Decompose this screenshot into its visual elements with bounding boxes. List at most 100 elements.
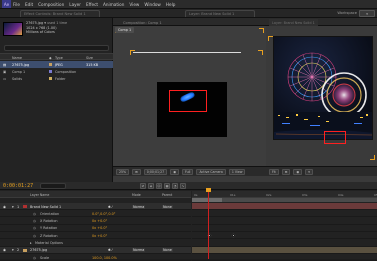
stopwatch-icon[interactable]: ◷ [33,234,36,238]
composition-panel-tab[interactable]: Composition: Comp 1 [123,19,162,26]
layer-switches-icon[interactable]: ✱ ⁄ [108,248,113,252]
work-area-bar[interactable] [192,198,377,202]
expand-triangle-icon[interactable]: ▸ [30,241,32,245]
layer-grid-toggle[interactable]: ⊞ [281,168,291,175]
layer-duration-bar[interactable] [192,203,377,210]
menu-effect[interactable]: Effect [86,2,98,7]
zoom-dropdown[interactable]: 25% [116,168,130,175]
expand-triangle-icon[interactable]: ▾ [12,205,14,209]
work-area-start[interactable] [192,198,222,202]
graph-editor-icon[interactable]: ∿ [180,183,186,189]
project-item[interactable]: ▤ 27675.jpg JPEG 315 KB [0,61,113,68]
menu-layer[interactable]: Layer [69,2,81,7]
project-search-input[interactable] [4,45,109,51]
layer-parent-dropdown[interactable]: None [162,204,173,209]
layer-duration-bar[interactable] [192,246,377,254]
layer-label-color[interactable] [23,248,27,252]
property-name: X Rotation [40,219,58,224]
draft-3d-icon[interactable]: ◈ [148,183,154,189]
project-item[interactable]: ▭ Solids Folder [0,75,113,82]
frame-blending-icon[interactable]: ▦ [164,183,170,189]
grid-toggle[interactable]: ⊞ [132,168,141,175]
timeline-layer-row[interactable]: ◉ ▾ 2 27675.jpg ✱ ⁄ Norma None [0,246,191,254]
layer-label-color[interactable] [23,205,27,208]
property-value[interactable]: 0x +0.0° [92,234,107,238]
column-mode[interactable]: Mode [132,193,141,197]
column-parent[interactable]: Parent [162,193,172,197]
property-track[interactable] [192,210,377,218]
menu-animation[interactable]: Animation [103,2,124,7]
views-dropdown[interactable]: 1 View [228,168,246,175]
snapshot-button[interactable]: ◉ [170,168,179,175]
tab-effect-controls[interactable]: Effect Controls: Brand New Solid 1 [20,10,100,17]
layer-switches-icon[interactable]: ✱ ⁄ [108,205,113,209]
layer-mode-dropdown[interactable]: Norma [132,204,146,209]
footage-colors: Millions of Colors [26,30,55,35]
current-time-display[interactable]: 0:00:01:27 [3,183,33,189]
timeline-property-row[interactable]: ◷ Scale 100.0, 100.0% [0,254,191,261]
property-track[interactable] [192,225,377,232]
composition-viewer[interactable] [113,26,266,174]
layer-zoom-dropdown[interactable]: Fit [269,168,279,175]
workspace-dropdown[interactable]: ▾ [359,10,375,17]
visibility-eye-icon[interactable]: ◉ [3,205,6,209]
layer-guide-line[interactable] [133,52,241,53]
composition-title-bar: Composition: Comp 1 [113,18,266,26]
column-layer-name[interactable]: Layer Name [30,193,49,197]
label-color-swatch[interactable] [49,77,52,80]
app-logo: Ae [2,0,11,8]
column-type[interactable]: Type [55,56,63,60]
property-value[interactable]: 0x +0.0° [92,226,107,230]
layer-mode-dropdown[interactable]: Norma [132,248,146,253]
stopwatch-icon[interactable]: ◷ [33,212,36,216]
timecode-display[interactable]: 0;00;01;27 [143,168,168,175]
current-time-indicator[interactable] [206,188,211,192]
layer-parent-dropdown[interactable]: None [162,248,173,253]
resolution-dropdown[interactable]: Full [181,168,194,175]
layer-panel-tab[interactable]: Layer: Brand New Solid 1 [269,19,318,26]
property-track[interactable] [192,232,377,240]
menu-composition[interactable]: Composition [38,2,64,7]
solid-layer-preview[interactable] [157,82,227,137]
timeline-property-row[interactable]: ▸ Material Options [0,240,191,247]
property-track[interactable] [192,240,377,247]
label-tag-icon[interactable]: ◆ [49,56,52,60]
comp-mini-flowchart-icon[interactable]: ⇄ [140,183,146,189]
layer-snapshot-button[interactable]: ◉ [293,168,303,175]
layer-view-dropdown[interactable]: ▾ [305,168,313,175]
label-color-swatch[interactable] [49,70,52,73]
timeline-property-row[interactable]: ◷ X Rotation 0x +0.0° [0,218,191,225]
timeline-column-header: Layer Name Mode Parent [0,191,191,198]
motion-blur-icon[interactable]: ◔ [172,183,178,189]
property-value[interactable]: 0.0°,0.0°,0.0° [92,212,115,216]
timeline-layer-row[interactable]: ◉ ▾ 1 Brand New Solid 1 ✱ ⁄ Norma None [0,203,191,210]
project-item[interactable]: ▣ Comp 1 Composition [0,68,113,75]
menu-file[interactable]: File [13,2,20,7]
comp-1-tab[interactable]: Comp 1 [115,27,135,33]
timeline-property-row[interactable]: ◷ Orientation 0.0°,0.0°,0.0° [0,210,191,218]
visibility-eye-icon[interactable]: ◉ [3,248,6,252]
timeline-switches: ⇄ ◈ ☺ ▦ ◔ ∿ [140,183,186,189]
menu-window[interactable]: Window [144,2,161,7]
expand-triangle-icon[interactable]: ▾ [12,248,14,252]
stopwatch-icon[interactable]: ◷ [33,226,36,230]
tab-layer[interactable]: Layer: Brand New Solid 1 [185,10,255,17]
menu-view[interactable]: View [129,2,139,7]
resolution-value: Full [184,169,191,174]
column-name[interactable]: Name [12,56,22,60]
time-ruler[interactable]: 0s01s02s03s04s05s [192,191,377,198]
timeline-property-row[interactable]: ◷ Z Rotation 0x +0.0° [0,232,191,240]
stopwatch-icon[interactable]: ◷ [33,219,36,223]
footage-image[interactable] [273,36,373,140]
camera-dropdown[interactable]: Active Camera [196,168,226,175]
property-track[interactable] [192,254,377,261]
column-size[interactable]: Size [86,56,93,60]
shy-layers-icon[interactable]: ☺ [156,183,162,189]
menu-edit[interactable]: Edit [25,2,33,7]
timeline-search-input[interactable] [40,183,66,189]
timeline-property-row[interactable]: ◷ Y Rotation 0x +0.0° [0,225,191,232]
menu-help[interactable]: Help [166,2,176,7]
property-track[interactable] [192,218,377,225]
property-value[interactable]: 0x +0.0° [92,219,107,223]
label-color-swatch[interactable] [49,63,52,66]
